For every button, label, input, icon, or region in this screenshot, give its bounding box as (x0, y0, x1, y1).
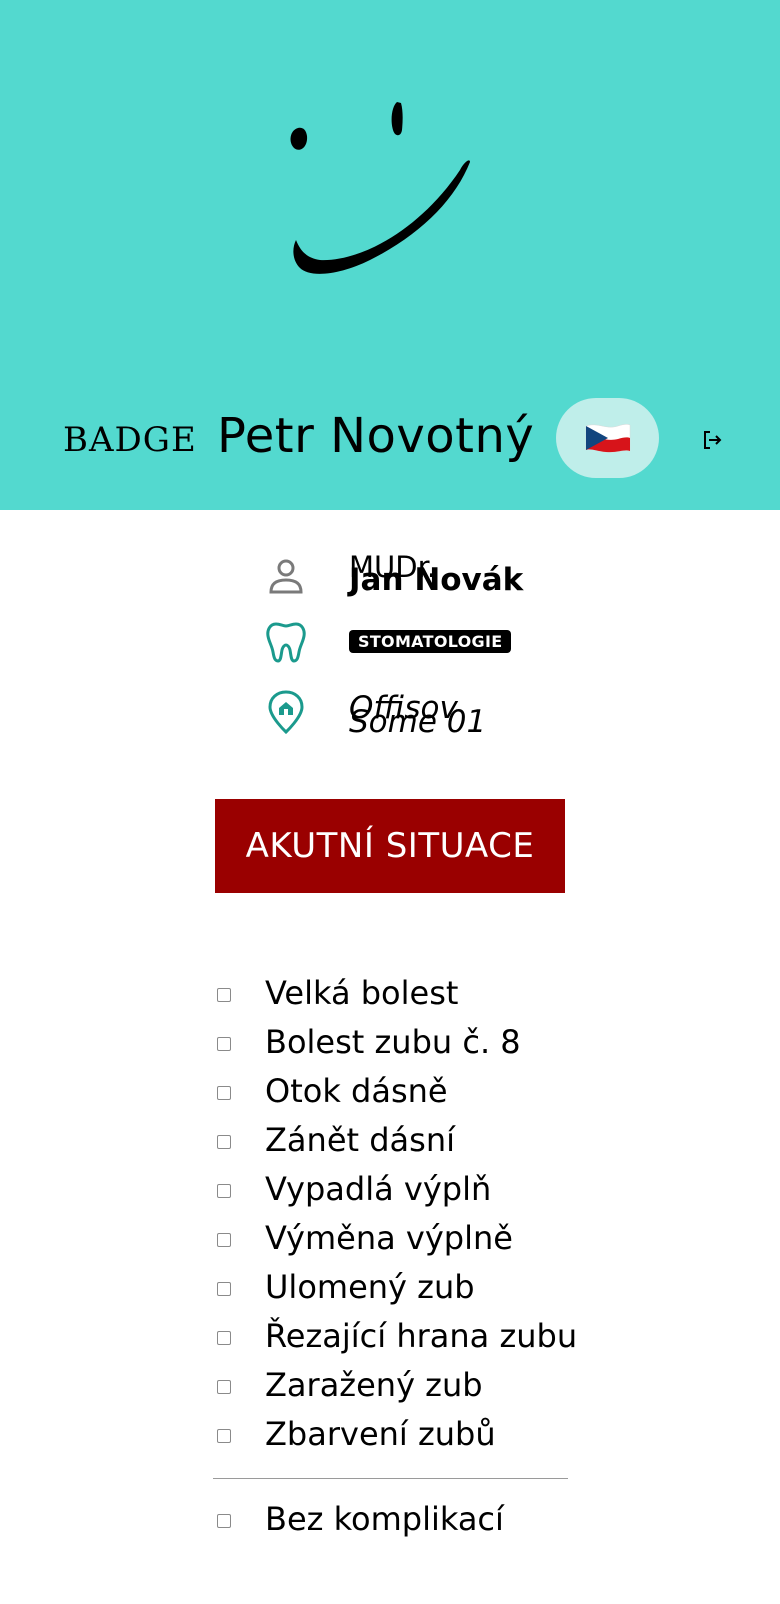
checkbox[interactable] (217, 1233, 231, 1247)
acute-situation-button[interactable]: AKUTNÍ SITUACE (215, 799, 565, 893)
no-complications-item[interactable]: Bez komplikací (215, 1496, 570, 1545)
symptom-item[interactable]: Ulomený zub (215, 1264, 570, 1313)
checkbox[interactable] (217, 1514, 231, 1528)
symptom-label: Zaražený zub (265, 1366, 483, 1404)
symptom-item[interactable]: Bolest zubu č. 8 (215, 1019, 570, 1068)
checkbox[interactable] (217, 1086, 231, 1100)
symptom-label: Vypadlá výplň (265, 1170, 492, 1208)
no-complications-label: Bez komplikací (265, 1500, 504, 1538)
symptom-item[interactable]: Zánět dásní (215, 1117, 570, 1166)
symptom-item[interactable]: Vypadlá výplň (215, 1166, 570, 1215)
checkbox[interactable] (217, 1037, 231, 1051)
checkbox[interactable] (217, 1282, 231, 1296)
specialty-badge: STOMATOLOGIE (349, 630, 512, 653)
tooth-icon (266, 622, 306, 663)
symptom-label: Zbarvení zubů (265, 1415, 496, 1453)
symptom-item[interactable]: Výměna výplně (215, 1215, 570, 1264)
symptom-label: Bolest zubu č. 8 (265, 1023, 521, 1061)
user-name: Petr Novotný (217, 408, 535, 464)
symptom-item[interactable]: Otok dásně (215, 1068, 570, 1117)
checkbox[interactable] (217, 1135, 231, 1149)
checkbox[interactable] (217, 1429, 231, 1443)
symptom-item[interactable]: Zaražený zub (215, 1362, 570, 1411)
symptom-label: Ulomený zub (265, 1268, 475, 1306)
symptom-label: Výměna výplně (265, 1219, 513, 1257)
czech-flag-icon (585, 424, 630, 453)
symptom-checklist: Velká bolest Bolest zubu č. 8 Otok dásně… (215, 970, 577, 1460)
office-line-2: Some 01 (349, 704, 487, 740)
checkbox[interactable] (217, 988, 231, 1002)
symptom-item[interactable]: Velká bolest (215, 970, 570, 1019)
person-icon (269, 559, 303, 594)
header: BADGE Petr Novotný (0, 0, 780, 510)
symptom-label: Řezající hrana zubu (265, 1317, 578, 1355)
symptom-label: Zánět dásní (265, 1121, 455, 1159)
divider (213, 1478, 568, 1479)
symptom-item[interactable]: Zbarvení zubů (215, 1411, 570, 1460)
doctor-name: Jan Novák (349, 562, 524, 598)
checkbox[interactable] (217, 1184, 231, 1198)
symptom-item[interactable]: Řezající hrana zubu (215, 1313, 577, 1362)
symptom-label: Velká bolest (265, 974, 459, 1012)
checkbox[interactable] (217, 1380, 231, 1394)
logout-icon[interactable] (700, 428, 724, 452)
smiley-logo (290, 102, 470, 274)
language-button[interactable] (556, 398, 659, 478)
checkbox[interactable] (217, 1331, 231, 1345)
location-home-icon (268, 690, 304, 734)
badge-label: BADGE (63, 420, 197, 460)
symptom-label: Otok dásně (265, 1072, 448, 1110)
